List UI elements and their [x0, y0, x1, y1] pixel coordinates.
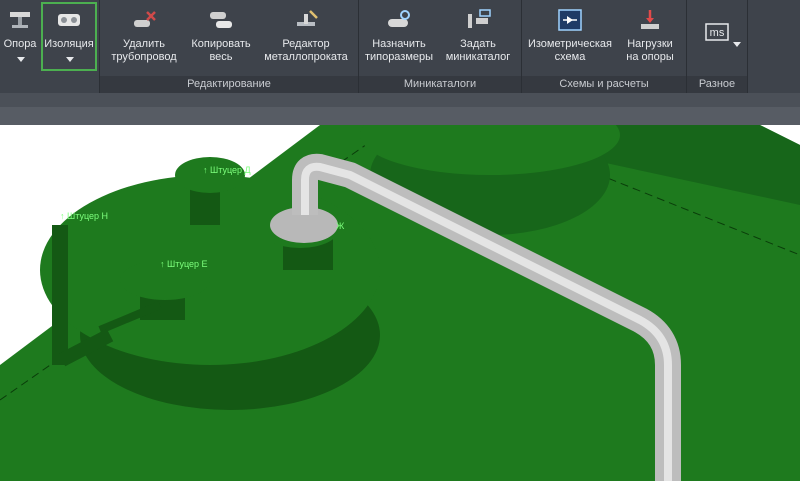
support-loads-button[interactable]: Нагрузки на опоры	[617, 2, 683, 72]
metal-editor-label: Редактор металлопроката	[264, 38, 348, 63]
nozzle-label-e: ↑ Штуцер Е	[160, 259, 208, 269]
ribbon-bottom-bar	[0, 93, 800, 107]
copy-all-icon	[210, 12, 232, 28]
insulation-icon	[58, 14, 80, 26]
svg-text:ms: ms	[710, 27, 725, 39]
set-minicatalog-button[interactable]: Задать миникаталог	[437, 2, 519, 72]
assign-sizes-icon	[388, 10, 410, 27]
metal-editor-icon	[297, 10, 318, 26]
support-button-label: Опора	[3, 38, 37, 50]
isometric-scheme-label: Изометрическая схема	[527, 38, 613, 63]
assign-sizes-button[interactable]: Назначить типоразмеры	[362, 2, 436, 72]
assign-sizes-label: Назначить типоразмеры	[364, 38, 434, 63]
delete-pipeline-label: Удалить трубопровод	[111, 38, 177, 63]
support-loads-label: Нагрузки на опоры	[626, 38, 674, 63]
nozzle-label-n: ↑ Штуцер Н	[60, 211, 109, 221]
set-minicatalog-label: Задать миникаталог	[445, 38, 511, 63]
nozzle-label-zh: Ж	[336, 221, 345, 231]
group-title-minicatalogs: Миникаталоги	[359, 76, 521, 93]
set-minicatalog-icon	[468, 9, 491, 28]
metal-editor-button[interactable]: Редактор металлопроката	[257, 2, 355, 72]
support-loads-icon	[641, 10, 659, 29]
isometric-scheme-button[interactable]: Изометрическая схема	[524, 2, 616, 72]
isometric-scheme-icon	[558, 9, 582, 31]
vessel-3d-view	[0, 125, 800, 481]
group-title-schemes: Схемы и расчеты	[522, 76, 686, 93]
group-title-misc: Разное	[687, 76, 747, 93]
model-viewport[interactable]: ↑ Штуцер Д ↑ Штуцер Н ↑ Штуцер Е Ж	[0, 125, 800, 481]
insulation-button-label: Изоляция	[44, 38, 94, 50]
support-icon	[10, 12, 30, 28]
chevron-down-icon[interactable]	[66, 56, 74, 62]
support-button[interactable]: Опора	[0, 2, 40, 72]
copy-all-button[interactable]: Копировать весь	[186, 2, 256, 72]
copy-all-label: Копировать весь	[191, 38, 251, 63]
chevron-down-icon[interactable]	[733, 34, 741, 52]
nozzle-label-d: ↑ Штуцер Д	[203, 165, 251, 175]
insulation-button[interactable]: Изоляция	[41, 2, 97, 71]
group-separator	[747, 0, 748, 93]
nozzle-d-cap	[175, 157, 245, 193]
nozzle-n-pipe	[52, 225, 68, 365]
chevron-down-icon[interactable]	[17, 56, 25, 62]
ms-icon: ms	[705, 23, 729, 41]
group-title-editing: Редактирование	[100, 76, 358, 93]
ribbon-panel: Опора Изоляция Удалить трубопровод Копир…	[0, 0, 800, 93]
delete-pipeline-button[interactable]: Удалить трубопровод	[103, 2, 185, 72]
tab-bar	[0, 107, 800, 125]
delete-pipe-icon	[134, 11, 156, 27]
